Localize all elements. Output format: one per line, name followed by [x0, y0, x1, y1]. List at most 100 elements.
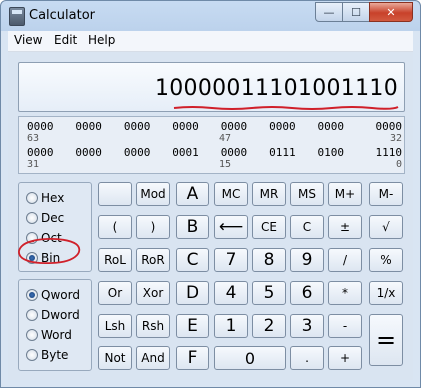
title-bar: Calculator — ☐ ✕: [1, 1, 420, 31]
lsh-button[interactable]: Lsh: [98, 314, 132, 338]
result-display: 10000011101001110: [18, 62, 405, 112]
bit-group: 0000: [375, 120, 402, 133]
radio-circle-icon: [26, 232, 38, 244]
bit-position: 47: [219, 133, 232, 144]
word-size-group: Qword Dword Word Byte: [18, 279, 92, 371]
bit-group: 0000: [27, 120, 54, 133]
not-button[interactable]: Not: [98, 346, 132, 370]
menu-edit[interactable]: Edit: [54, 33, 77, 47]
calculator-window: Calculator — ☐ ✕ View Edit Help 10000011…: [0, 0, 421, 388]
menu-view[interactable]: View: [14, 33, 42, 47]
radio-circle-icon: [26, 212, 38, 224]
minimize-button[interactable]: —: [315, 2, 343, 22]
m-plus-button[interactable]: M+: [328, 182, 362, 206]
blank-button[interactable]: [98, 182, 132, 206]
radio-qword[interactable]: Qword: [26, 288, 80, 302]
radio-bin[interactable]: Bin: [26, 251, 60, 265]
bit-group: 0000: [123, 146, 151, 159]
ms-button[interactable]: MS: [290, 182, 324, 206]
or-button[interactable]: Or: [98, 281, 132, 305]
radio-byte[interactable]: Byte: [26, 348, 68, 362]
digit-9-button[interactable]: 9: [290, 248, 324, 272]
calculator-app-icon: [9, 7, 25, 26]
backspace-button[interactable]: ⟵: [214, 215, 248, 239]
digit-7-button[interactable]: 7: [214, 248, 248, 272]
mc-button[interactable]: MC: [214, 182, 248, 206]
radio-label: Byte: [41, 348, 69, 362]
left-paren-button[interactable]: (: [98, 215, 132, 239]
hex-a-button[interactable]: A: [176, 182, 209, 206]
radio-label: Dword: [41, 308, 80, 322]
hex-c-button[interactable]: C: [176, 248, 209, 272]
digit-8-button[interactable]: 8: [252, 248, 286, 272]
minus-button[interactable]: -: [328, 314, 362, 338]
radio-word[interactable]: Word: [26, 328, 72, 342]
menu-help[interactable]: Help: [88, 33, 115, 47]
digit-6-button[interactable]: 6: [290, 281, 324, 305]
digit-4-button[interactable]: 4: [214, 281, 248, 305]
bit-position: 0: [395, 159, 402, 170]
mr-button[interactable]: MR: [252, 182, 286, 206]
bit-group: 0000: [317, 120, 345, 133]
radio-selected-icon: [26, 289, 38, 301]
xor-button[interactable]: Xor: [136, 281, 170, 305]
bit-position: 15: [219, 159, 232, 170]
hex-d-button[interactable]: D: [176, 281, 209, 305]
radio-circle-icon: [26, 349, 38, 361]
reciprocal-button[interactable]: 1/x: [369, 281, 403, 305]
bit-group: 1110: [375, 146, 402, 159]
right-paren-button[interactable]: ): [136, 215, 170, 239]
radio-dword[interactable]: Dword: [26, 308, 80, 322]
rol-button[interactable]: RoL: [98, 248, 132, 272]
radio-hex[interactable]: Hex: [26, 191, 64, 205]
bit-group: 0000: [75, 146, 102, 159]
digit-2-button[interactable]: 2: [252, 314, 286, 338]
clear-button[interactable]: C: [290, 215, 324, 239]
plus-button[interactable]: +: [328, 346, 362, 370]
hex-e-button[interactable]: E: [176, 314, 209, 338]
radio-label: Dec: [41, 211, 65, 225]
maximize-button[interactable]: ☐: [342, 2, 370, 22]
radio-circle-icon: [26, 309, 38, 321]
divide-button[interactable]: /: [328, 248, 362, 272]
m-minus-button[interactable]: M-: [369, 182, 403, 206]
digit-0-button[interactable]: 0: [214, 346, 286, 370]
ce-button[interactable]: CE: [252, 215, 286, 239]
close-button[interactable]: ✕: [369, 2, 413, 22]
menu-bar: View Edit Help: [8, 31, 413, 52]
decimal-button[interactable]: .: [290, 346, 324, 370]
mod-button[interactable]: Mod: [136, 182, 170, 206]
digit-5-button[interactable]: 5: [252, 281, 286, 305]
bit-positions-high: 63 47 32: [27, 133, 402, 145]
radio-label: Qword: [41, 288, 80, 302]
bit-group: 0000: [123, 120, 151, 133]
equals-button[interactable]: =: [369, 314, 403, 366]
digit-3-button[interactable]: 3: [290, 314, 324, 338]
bit-position: 63: [27, 133, 40, 144]
radio-label: Bin: [41, 251, 61, 265]
plus-minus-button[interactable]: ±: [328, 215, 362, 239]
hex-f-button[interactable]: F: [176, 346, 209, 370]
radio-oct[interactable]: Oct: [26, 231, 62, 245]
bit-row-high: 0000 0000 0000 0000 0000 0000 0000 0000: [27, 120, 402, 133]
bit-group: 0100: [317, 146, 345, 159]
radio-circle-icon: [26, 192, 38, 204]
and-button[interactable]: And: [136, 346, 170, 370]
hex-b-button[interactable]: B: [176, 215, 209, 239]
bit-group: 0000: [172, 120, 199, 133]
bit-positions-low: 31 15 0: [27, 159, 402, 171]
ror-button[interactable]: RoR: [136, 248, 170, 272]
radio-dec[interactable]: Dec: [26, 211, 64, 225]
bit-group: 0001: [172, 146, 199, 159]
bit-group: 0000: [269, 120, 296, 133]
percent-button[interactable]: %: [369, 248, 403, 272]
bit-position: 31: [27, 159, 40, 170]
square-root-button[interactable]: √: [369, 215, 403, 239]
digit-1-button[interactable]: 1: [214, 314, 248, 338]
radix-group: Hex Dec Oct Bin: [18, 182, 92, 272]
bit-position: 32: [389, 133, 402, 144]
multiply-button[interactable]: *: [328, 281, 362, 305]
window-title: Calculator: [29, 8, 96, 23]
display-value: 10000011101001110: [154, 76, 398, 101]
rsh-button[interactable]: Rsh: [136, 314, 170, 338]
